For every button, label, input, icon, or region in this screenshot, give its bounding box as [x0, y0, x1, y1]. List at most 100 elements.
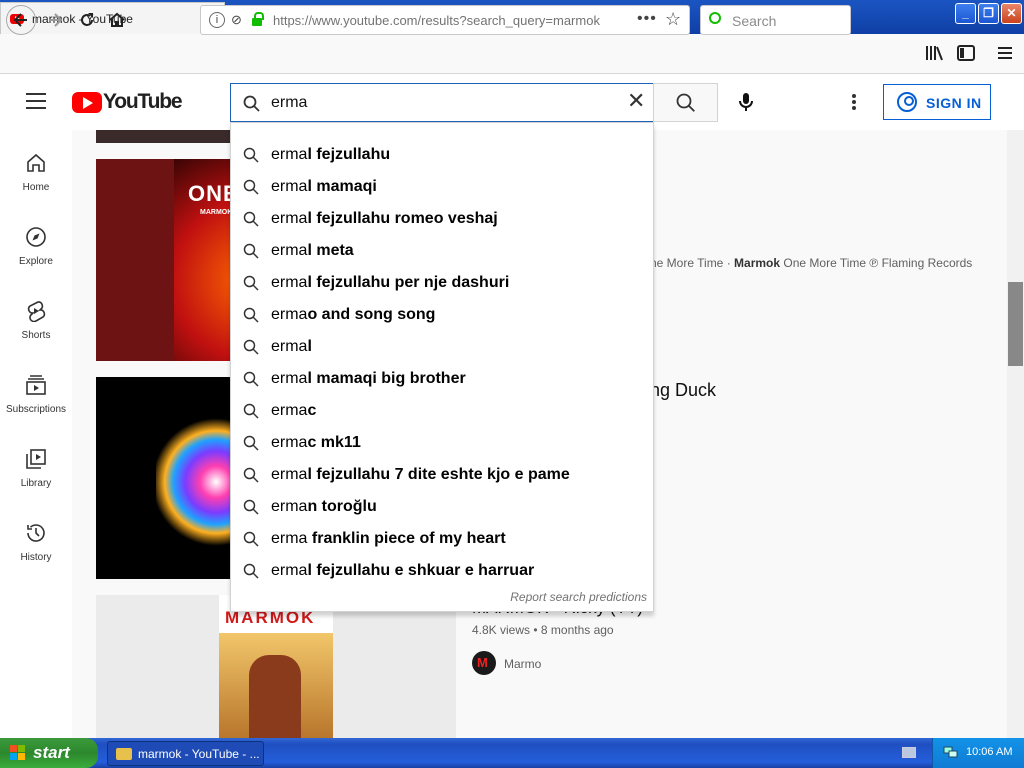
forward-button[interactable]: [40, 6, 70, 34]
sidebar-item-label: Shorts: [21, 330, 51, 341]
search-icon: [243, 147, 259, 168]
taskbar-item-browser[interactable]: marmok - YouTube - ...: [107, 741, 264, 766]
voice-search-button[interactable]: [734, 90, 758, 114]
search-suggestions-dropdown: ermal fejzullahu ermal mamaqi ermal fejzul…: [230, 122, 654, 612]
search-query-text[interactable]: erma: [271, 94, 307, 112]
search-input[interactable]: erma ✕: [230, 83, 654, 122]
browser-search-box[interactable]: Search: [700, 5, 851, 35]
guide-menu-icon[interactable]: [26, 93, 46, 109]
settings-more-button[interactable]: [846, 92, 862, 112]
search-icon: [243, 339, 259, 360]
library-icon: [25, 448, 47, 470]
keyboard-icon[interactable]: [902, 747, 916, 758]
more-vertical-icon: [852, 94, 856, 110]
minimize-button[interactable]: _: [955, 3, 976, 24]
search-icon: [243, 211, 259, 232]
suggestion-text: ermal fejzullahu romeo veshaj: [271, 210, 498, 227]
search-icon: [243, 531, 259, 552]
search-suggestion-item[interactable]: ermal mamaqi: [231, 171, 653, 203]
sidebar-item-label: Explore: [19, 256, 53, 267]
search-icon: [243, 563, 259, 584]
search-suggestion-item[interactable]: erman toroğlu: [231, 491, 653, 523]
sidebar-item-shorts[interactable]: Shorts: [0, 300, 72, 374]
search-suggestion-item[interactable]: ermal fejzullahu per nje dashuri: [231, 267, 653, 299]
taskbar-item-label: marmok - YouTube - ...: [138, 747, 260, 761]
start-label: start: [33, 743, 70, 762]
search-suggestion-item[interactable]: ermal fejzullahu: [231, 139, 653, 171]
sidebar-item-label: History: [20, 552, 52, 563]
shorts-icon: [25, 300, 47, 323]
scrollbar-thumb[interactable]: [1008, 282, 1023, 366]
suggestion-text: ermal meta: [271, 242, 354, 259]
hamburger-menu-icon[interactable]: [997, 45, 1013, 61]
subscriptions-icon: [25, 374, 47, 396]
search-icon: [243, 307, 259, 328]
search-icon: [243, 179, 259, 200]
compass-icon: [25, 226, 47, 248]
permissions-icon[interactable]: ⊘: [231, 12, 242, 28]
sidebar-item-label: Home: [22, 182, 50, 193]
page-scrollbar[interactable]: [1007, 130, 1024, 738]
search-icon: [243, 275, 259, 296]
suggestion-text: erman toroğlu: [271, 498, 377, 515]
system-tray: 10:06 AM: [932, 738, 1024, 768]
library-icon[interactable]: [925, 45, 943, 61]
suggestion-text: ermac: [271, 402, 317, 419]
suggestion-text: ermao and song song: [271, 306, 436, 323]
lock-icon: [252, 12, 264, 26]
search-suggestion-item[interactable]: ermal fejzullahu e shkuar e harruar: [231, 555, 653, 587]
search-button[interactable]: [653, 83, 718, 122]
video-views-age: 4.8K views • 8 months ago: [472, 623, 614, 637]
home-icon: [25, 152, 47, 174]
search-suggestion-item[interactable]: ermal mamaqi big brother: [231, 363, 653, 395]
navigation-toolbar: [0, 34, 1024, 74]
restore-button[interactable]: ❐: [978, 3, 999, 24]
back-button[interactable]: [6, 5, 36, 35]
search-suggestion-item[interactable]: ermac mk11: [231, 427, 653, 459]
search-icon: [243, 371, 259, 392]
sidebar-item-history[interactable]: History: [0, 522, 72, 596]
sidebar-item-label: Library: [20, 478, 52, 489]
report-search-predictions-link[interactable]: Report search predictions: [510, 590, 647, 604]
search-suggestion-item[interactable]: ermal fejzullahu 7 dite eshte kjo e pame: [231, 459, 653, 491]
bookmark-star-icon[interactable]: ☆: [665, 9, 681, 30]
search-suggestion-item[interactable]: ermao and song song: [231, 299, 653, 331]
search-icon: [243, 403, 259, 424]
channel-avatar[interactable]: [472, 651, 496, 675]
url-bar[interactable]: i ⊘ https://www.youtube.com/results?sear…: [200, 5, 690, 35]
search-icon: [243, 243, 259, 264]
search-suggestion-item[interactable]: ermal meta: [231, 235, 653, 267]
video-title[interactable]: ng Duck: [650, 380, 716, 401]
windows-logo-icon: [10, 745, 26, 761]
youtube-wordmark[interactable]: YouTube: [103, 90, 183, 114]
video-thumbnail[interactable]: MARMOK: [96, 595, 456, 738]
window-close-button[interactable]: ✕: [1001, 3, 1022, 24]
url-text[interactable]: https://www.youtube.com/results?search_q…: [273, 13, 603, 28]
home-button[interactable]: [102, 6, 132, 34]
reload-button[interactable]: [72, 6, 102, 34]
sidebar-item-home[interactable]: Home: [0, 152, 72, 226]
sign-in-label: SIGN IN: [926, 95, 982, 111]
suggestion-text: ermal: [271, 338, 312, 355]
suggestion-text: ermal mamaqi: [271, 178, 377, 195]
info-icon[interactable]: i: [209, 12, 225, 28]
sidebar-item-library[interactable]: Library: [0, 448, 72, 522]
clear-search-button[interactable]: ✕: [627, 88, 645, 114]
account-icon: [897, 92, 917, 112]
search-suggestion-item[interactable]: ermal fejzullahu romeo veshaj: [231, 203, 653, 235]
page-actions-button[interactable]: •••: [637, 10, 657, 28]
start-button[interactable]: start: [0, 738, 98, 768]
network-icon[interactable]: [943, 745, 959, 759]
sign-in-button[interactable]: SIGN IN: [883, 84, 991, 120]
suggestion-text: ermal fejzullahu e shkuar e harruar: [271, 562, 535, 579]
suggestion-text: erma franklin piece of my heart: [271, 530, 506, 547]
search-suggestion-item[interactable]: ermal: [231, 331, 653, 363]
search-suggestion-item[interactable]: erma franklin piece of my heart: [231, 523, 653, 555]
sidebar-item-subscriptions[interactable]: Subscriptions: [0, 374, 72, 448]
channel-name[interactable]: Marmo: [504, 657, 541, 671]
sidebar-toggle-icon[interactable]: [957, 45, 975, 61]
search-suggestion-item[interactable]: ermac: [231, 395, 653, 427]
sidebar-item-label: Subscriptions: [5, 404, 67, 415]
youtube-logo-icon[interactable]: [72, 92, 102, 113]
sidebar-item-explore[interactable]: Explore: [0, 226, 72, 300]
